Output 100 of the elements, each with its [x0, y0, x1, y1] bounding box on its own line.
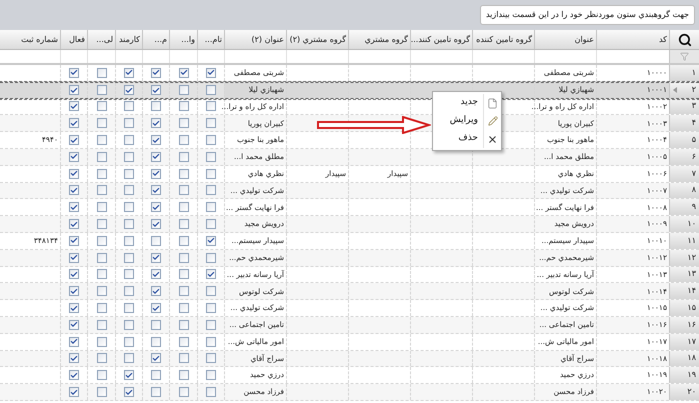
checkbox[interactable] — [206, 269, 216, 280]
column-header[interactable]: لی... — [87, 30, 115, 49]
checkbox[interactable] — [206, 85, 216, 96]
checkbox[interactable] — [124, 101, 134, 112]
checkbox[interactable] — [151, 135, 161, 146]
checkbox[interactable] — [206, 168, 216, 179]
checkbox[interactable] — [69, 185, 79, 196]
checkbox[interactable] — [206, 320, 216, 330]
checkbox[interactable] — [96, 236, 106, 246]
checkbox[interactable] — [69, 152, 79, 162]
checkbox[interactable] — [151, 320, 161, 330]
checkbox[interactable] — [178, 185, 188, 196]
checkbox[interactable] — [69, 252, 79, 263]
checkbox[interactable] — [124, 85, 134, 96]
checkbox[interactable] — [178, 168, 188, 179]
filter-icon[interactable] — [680, 52, 689, 61]
checkbox[interactable] — [178, 370, 188, 380]
checkbox[interactable] — [124, 202, 134, 212]
checkbox[interactable] — [178, 135, 188, 146]
checkbox[interactable] — [151, 202, 161, 212]
checkbox[interactable] — [124, 68, 134, 78]
checkbox[interactable] — [124, 135, 134, 146]
checkbox[interactable] — [178, 85, 188, 96]
column-header[interactable]: تام... — [197, 30, 224, 49]
checkbox[interactable] — [206, 286, 216, 296]
checkbox[interactable] — [96, 370, 106, 380]
column-header[interactable]: شماره ثبت — [0, 30, 60, 49]
checkbox[interactable] — [69, 202, 79, 212]
checkbox[interactable] — [124, 236, 134, 246]
checkbox[interactable] — [96, 68, 106, 78]
checkbox[interactable] — [124, 370, 134, 380]
checkbox[interactable] — [178, 286, 188, 296]
checkbox[interactable] — [124, 168, 134, 179]
checkbox[interactable] — [69, 168, 79, 179]
checkbox[interactable] — [124, 353, 134, 364]
checkbox[interactable] — [124, 286, 134, 296]
checkbox[interactable] — [124, 303, 134, 314]
checkbox[interactable] — [206, 101, 216, 112]
checkbox[interactable] — [96, 101, 106, 112]
checkbox[interactable] — [151, 152, 161, 162]
checkbox[interactable] — [151, 303, 161, 314]
checkbox[interactable] — [151, 168, 161, 179]
checkbox[interactable] — [124, 252, 134, 263]
checkbox[interactable] — [96, 118, 106, 128]
checkbox[interactable] — [178, 101, 188, 112]
checkbox[interactable] — [151, 101, 161, 112]
checkbox[interactable] — [178, 219, 188, 230]
checkbox[interactable] — [96, 320, 106, 330]
checkbox[interactable] — [69, 370, 79, 380]
checkbox[interactable] — [206, 303, 216, 314]
checkbox[interactable] — [96, 152, 106, 162]
checkbox[interactable] — [69, 68, 79, 78]
checkbox[interactable] — [69, 387, 79, 398]
checkbox[interactable] — [178, 320, 188, 330]
checkbox[interactable] — [124, 387, 134, 398]
column-header[interactable]: م... — [142, 30, 169, 49]
checkbox[interactable] — [69, 135, 79, 146]
checkbox[interactable] — [96, 336, 106, 347]
checkbox[interactable] — [124, 320, 134, 330]
checkbox[interactable] — [124, 118, 134, 128]
checkbox[interactable] — [206, 370, 216, 380]
checkbox[interactable] — [206, 236, 216, 246]
checkbox[interactable] — [178, 152, 188, 162]
checkbox[interactable] — [151, 85, 161, 96]
checkbox[interactable] — [96, 219, 106, 230]
checkbox[interactable] — [151, 269, 161, 280]
checkbox[interactable] — [96, 286, 106, 296]
checkbox[interactable] — [206, 252, 216, 263]
checkbox[interactable] — [151, 387, 161, 398]
checkbox[interactable] — [124, 336, 134, 347]
column-header[interactable]: گروه مشتري — [348, 30, 410, 49]
checkbox[interactable] — [178, 118, 188, 128]
checkbox[interactable] — [151, 185, 161, 196]
column-header[interactable]: کد — [596, 30, 669, 49]
column-header[interactable]: گروه تامین کنند... — [410, 30, 472, 49]
checkbox[interactable] — [96, 202, 106, 212]
checkbox[interactable] — [151, 370, 161, 380]
checkbox[interactable] — [178, 387, 188, 398]
column-header[interactable]: گروه تامین کننده — [472, 30, 534, 49]
checkbox[interactable] — [178, 202, 188, 212]
checkbox[interactable] — [69, 320, 79, 330]
checkbox[interactable] — [178, 336, 188, 347]
column-header[interactable]: عنوان (۲) — [224, 30, 286, 49]
checkbox[interactable] — [96, 168, 106, 179]
checkbox[interactable] — [69, 353, 79, 364]
checkbox[interactable] — [178, 68, 188, 78]
checkbox[interactable] — [69, 101, 79, 112]
checkbox[interactable] — [206, 152, 216, 162]
checkbox[interactable] — [178, 303, 188, 314]
checkbox[interactable] — [69, 303, 79, 314]
checkbox[interactable] — [124, 152, 134, 162]
checkbox[interactable] — [151, 219, 161, 230]
checkbox[interactable] — [151, 353, 161, 364]
checkbox[interactable] — [178, 236, 188, 246]
checkbox[interactable] — [151, 236, 161, 246]
checkbox[interactable] — [69, 85, 79, 96]
checkbox[interactable] — [206, 219, 216, 230]
checkbox[interactable] — [151, 118, 161, 128]
checkbox[interactable] — [206, 118, 216, 128]
column-header[interactable]: گروه مشتري (۲) — [286, 30, 348, 49]
